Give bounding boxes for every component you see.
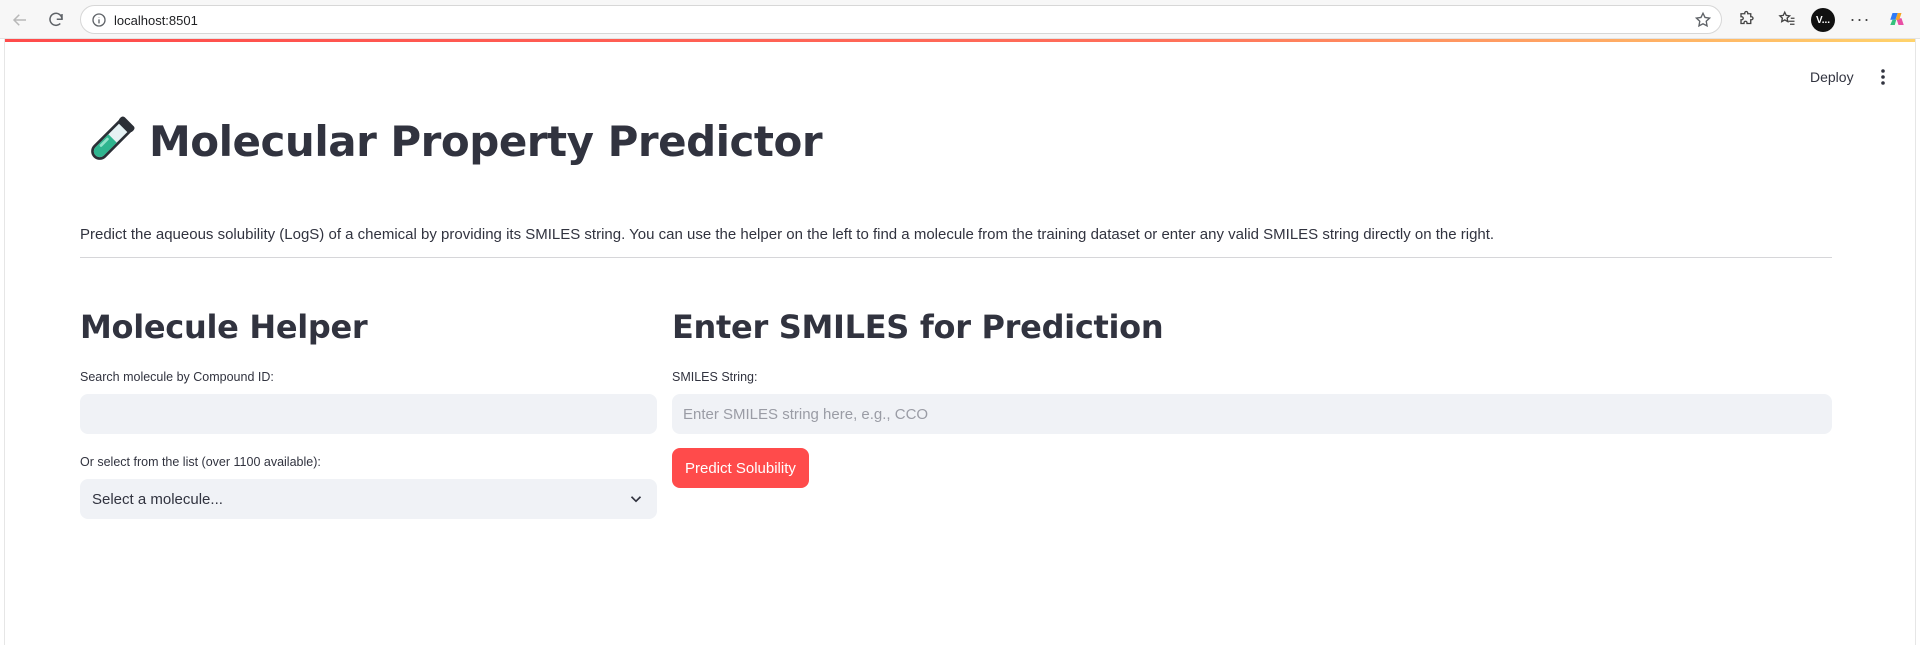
reload-button[interactable] xyxy=(42,6,70,34)
header-decoration-bar xyxy=(5,39,1915,42)
chevron-down-icon xyxy=(630,496,642,503)
page-description: Predict the aqueous solubility (LogS) of… xyxy=(80,226,1495,243)
compound-search-label: Search molecule by Compound ID: xyxy=(80,370,274,384)
deploy-button[interactable]: Deploy xyxy=(1802,64,1862,90)
favorite-star-icon[interactable] xyxy=(1694,11,1712,29)
copilot-icon[interactable] xyxy=(1886,8,1908,30)
test-tube-icon xyxy=(91,116,135,160)
info-icon[interactable] xyxy=(91,12,107,28)
favorites-button[interactable] xyxy=(1776,8,1798,30)
back-button[interactable] xyxy=(6,6,34,34)
page-title: Molecular Property Predictor xyxy=(149,116,823,166)
molecule-helper-heading: Molecule Helper xyxy=(80,308,368,346)
molecule-select[interactable]: Select a molecule... xyxy=(80,479,657,519)
reload-icon xyxy=(49,12,63,27)
puzzle-icon xyxy=(1740,10,1754,25)
compound-search-input[interactable] xyxy=(80,394,657,434)
molecule-select-label: Or select from the list (over 1100 avail… xyxy=(80,455,321,469)
smiles-label: SMILES String: xyxy=(672,370,758,384)
favorites-list-icon xyxy=(1778,10,1795,25)
page-title-row: Molecular Property Predictor xyxy=(81,112,823,170)
predict-solubility-button[interactable]: Predict Solubility xyxy=(672,448,809,488)
copilot-logo xyxy=(1890,13,1904,25)
smiles-input[interactable] xyxy=(672,394,1832,434)
more-options-icon[interactable]: ··· xyxy=(1849,8,1871,30)
section-divider xyxy=(80,257,1832,258)
back-arrow-icon xyxy=(12,14,26,26)
url-text[interactable]: localhost:8501 xyxy=(114,13,198,28)
extensions-button[interactable] xyxy=(1736,8,1758,30)
profile-avatar[interactable]: V... xyxy=(1811,8,1835,32)
main-menu-button[interactable] xyxy=(1871,64,1895,90)
molecule-select-value: Select a molecule... xyxy=(92,490,223,508)
smiles-heading: Enter SMILES for Prediction xyxy=(672,308,1164,346)
address-bar[interactable]: localhost:8501 xyxy=(80,5,1722,34)
browser-toolbar: localhost:8501 V... ··· xyxy=(0,0,1920,39)
kebab-menu-icon xyxy=(1881,69,1885,85)
